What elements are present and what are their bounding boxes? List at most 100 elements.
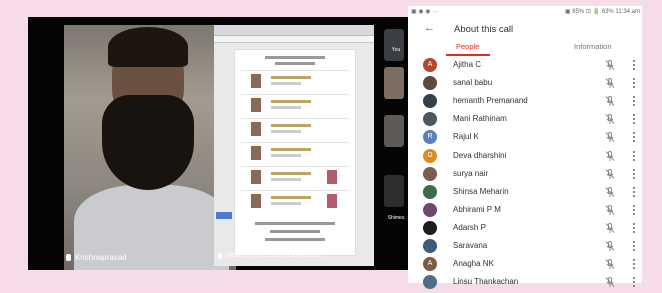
self-tile-label: You bbox=[391, 47, 401, 53]
more-options-icon[interactable] bbox=[633, 58, 635, 72]
avatar: A bbox=[423, 58, 437, 72]
avatar bbox=[423, 202, 437, 217]
status-right: ▣ 85% ⊡ 🔋 63% 11:34 am bbox=[564, 9, 640, 15]
speaker-beard bbox=[102, 95, 194, 190]
doc-row bbox=[241, 70, 349, 93]
doc-footer-line bbox=[255, 222, 335, 225]
doc-row bbox=[241, 142, 349, 165]
avatar: R bbox=[423, 130, 437, 145]
participant-row[interactable]: R Rajul K bbox=[408, 128, 642, 146]
more-options-icon[interactable] bbox=[633, 130, 635, 144]
panel-title: About this call bbox=[454, 24, 514, 35]
participant-name: Deva dharshini bbox=[453, 150, 507, 160]
more-options-icon[interactable] bbox=[633, 167, 635, 181]
more-options-icon[interactable] bbox=[633, 257, 635, 271]
status-bar: ▣ ◉ ◉ ··· ▣ 85% ⊡ 🔋 63% 11:34 am bbox=[408, 6, 642, 16]
participant-row[interactable]: Mani Rathinam bbox=[408, 110, 642, 128]
avatar bbox=[423, 94, 437, 109]
doc-row bbox=[241, 94, 349, 117]
shared-screen[interactable]: Vimal Jyothi School Coimbatore bbox=[214, 25, 374, 266]
tab-people[interactable]: People bbox=[456, 42, 479, 51]
mic-off-icon bbox=[604, 239, 616, 251]
speaker-video[interactable]: Krishnaprasad bbox=[64, 25, 236, 270]
participant-name: Mani Rathinam bbox=[453, 114, 507, 124]
shared-document-page bbox=[234, 49, 356, 256]
participant-row[interactable]: Shinsa Meharin bbox=[408, 183, 642, 201]
participant-name: sanal babu bbox=[453, 78, 493, 88]
more-options-icon[interactable] bbox=[633, 94, 635, 108]
participant-tile[interactable] bbox=[384, 115, 404, 147]
more-options-icon[interactable] bbox=[633, 203, 635, 217]
participant-row[interactable]: Saravana bbox=[408, 237, 642, 255]
participant-name: Anagha NK bbox=[453, 259, 494, 269]
participant-row[interactable]: A Ajitha C bbox=[408, 56, 642, 74]
mic-off-icon bbox=[604, 58, 616, 70]
doc-heading bbox=[265, 56, 325, 59]
participant-name: Adarsh P bbox=[453, 222, 486, 232]
mic-off-icon bbox=[604, 221, 616, 233]
panel-header: ← About this call bbox=[408, 18, 642, 40]
participant-name: hemanth Premanand bbox=[453, 96, 528, 106]
doc-blue-button[interactable] bbox=[216, 212, 232, 219]
more-options-icon[interactable] bbox=[633, 185, 635, 199]
participant-rail: You Shimes bbox=[384, 25, 406, 270]
mic-off-icon bbox=[604, 185, 616, 197]
mic-off-icon bbox=[604, 112, 616, 125]
doc-row bbox=[241, 190, 349, 213]
more-options-icon[interactable] bbox=[633, 239, 635, 253]
doc-footer-line bbox=[270, 230, 320, 233]
self-tile[interactable] bbox=[384, 29, 404, 61]
participant-row[interactable]: A Anagha NK bbox=[408, 255, 642, 273]
mic-off-icon bbox=[604, 257, 616, 270]
avatar bbox=[423, 112, 437, 127]
more-options-icon[interactable] bbox=[633, 76, 635, 90]
participant-name: Shinsa Meharin bbox=[453, 186, 509, 196]
avatar bbox=[423, 76, 437, 91]
mic-icon bbox=[218, 252, 222, 259]
more-options-icon[interactable] bbox=[633, 221, 635, 235]
mic-off-icon bbox=[604, 130, 616, 143]
participant-row[interactable]: Abhirami P M bbox=[408, 201, 642, 219]
participant-name: Rajul K bbox=[453, 132, 479, 142]
mic-off-icon bbox=[604, 275, 616, 288]
doc-row bbox=[241, 166, 349, 189]
participant-name: Ajitha C bbox=[453, 60, 482, 69]
arrow-left-icon[interactable]: ← bbox=[424, 22, 435, 34]
about-call-panel: ▣ ◉ ◉ ··· ▣ 85% ⊡ 🔋 63% 11:34 am ← About… bbox=[408, 6, 642, 290]
participant-name: surya nair bbox=[453, 168, 489, 178]
doc-footer-line bbox=[265, 238, 325, 241]
shared-screen-caption: Vimal Jyothi School Coimbatore bbox=[225, 252, 325, 259]
shared-screen-label: Vimal Jyothi School Coimbatore bbox=[218, 252, 324, 259]
participant-row[interactable]: surya nair bbox=[408, 165, 642, 183]
participant-tile[interactable] bbox=[384, 67, 404, 99]
avatar bbox=[423, 239, 437, 253]
avatar bbox=[423, 220, 437, 235]
more-options-icon[interactable] bbox=[633, 149, 635, 163]
participant-row[interactable]: Linsu Thankachan bbox=[408, 273, 642, 291]
participant-row[interactable]: hemanth Premanand bbox=[408, 92, 642, 110]
tab-information[interactable]: Information bbox=[574, 42, 612, 51]
mic-off-icon bbox=[604, 167, 616, 179]
participant-row[interactable]: sanal babu bbox=[408, 74, 642, 92]
browser-tab-bar bbox=[214, 25, 374, 36]
call-view: Krishnaprasad Vimal Jyothi School Coimba… bbox=[28, 17, 408, 270]
doc-row bbox=[241, 118, 349, 141]
more-options-icon[interactable] bbox=[633, 275, 635, 289]
avatar bbox=[423, 166, 437, 181]
mic-off-icon bbox=[604, 94, 616, 107]
speaker-name: Krishnaprasad bbox=[75, 253, 127, 262]
participant-tile[interactable] bbox=[384, 175, 404, 207]
participant-tile-label: Shimes bbox=[387, 215, 405, 221]
mic-off-icon bbox=[604, 203, 616, 215]
avatar bbox=[423, 275, 437, 290]
participant-row[interactable]: D Deva dharshini bbox=[408, 147, 642, 165]
speaker-hair bbox=[108, 27, 188, 67]
status-left: ▣ ◉ ◉ ··· bbox=[411, 9, 439, 15]
avatar bbox=[423, 184, 437, 199]
avatar: D bbox=[423, 148, 437, 163]
mic-off-icon bbox=[604, 149, 616, 161]
panel-tabs: People Information bbox=[408, 40, 642, 56]
browser-address-bar bbox=[214, 36, 374, 43]
more-options-icon[interactable] bbox=[633, 112, 635, 126]
participant-row[interactable]: Adarsh P bbox=[408, 219, 642, 237]
